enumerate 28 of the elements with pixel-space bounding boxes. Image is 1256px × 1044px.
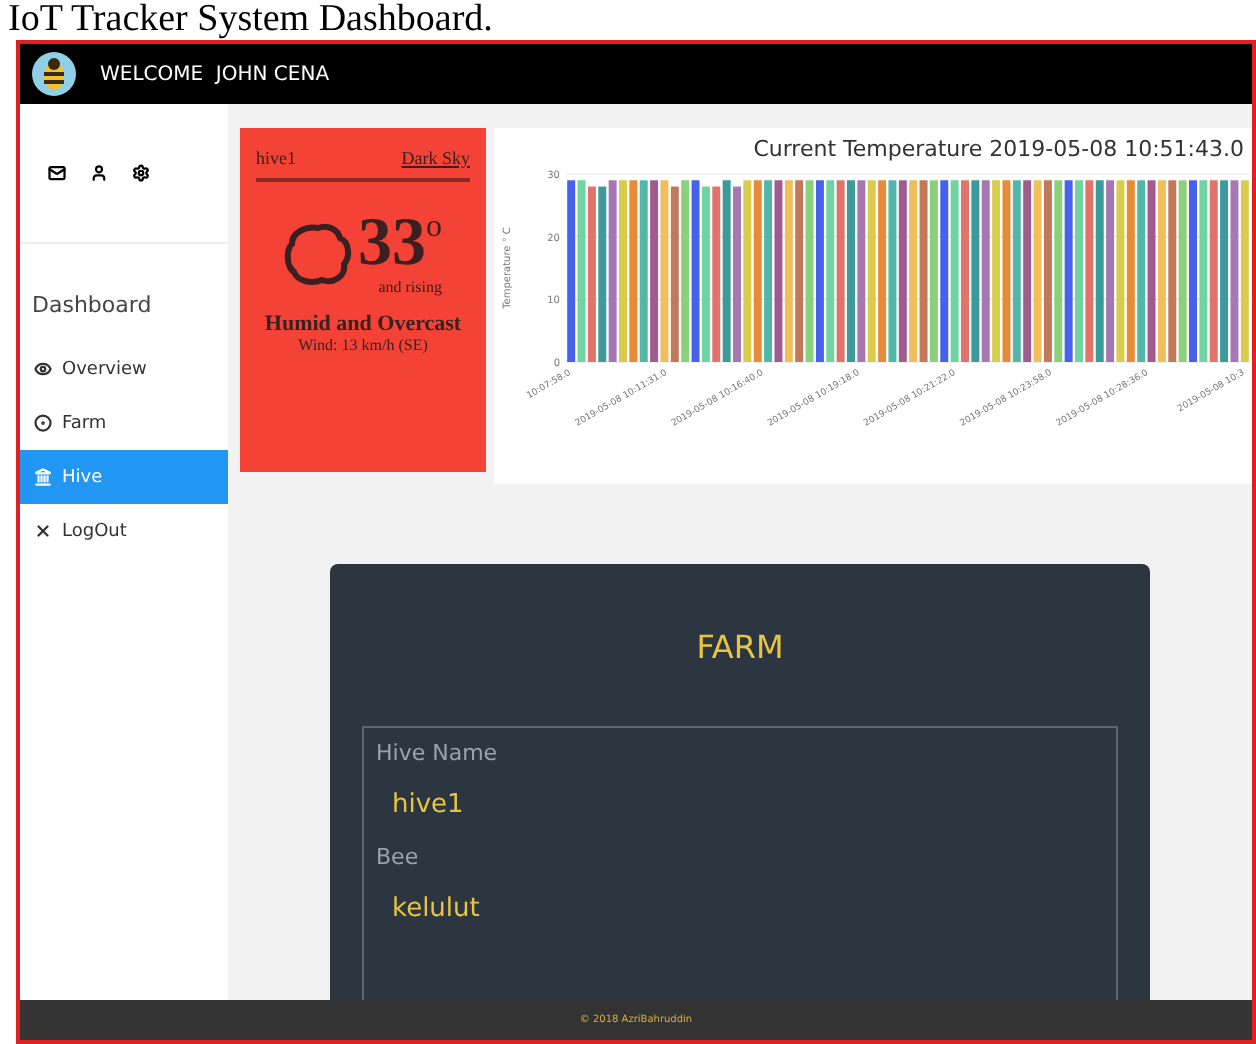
field-label: Bee [376, 844, 421, 870]
card-title: FARM [696, 628, 784, 666]
trend-text: and rising [378, 278, 442, 296]
source-link[interactable]: Dark Sky [401, 148, 470, 168]
welcome-text: WELCOME JOHN CENA [100, 63, 330, 85]
figure-caption: IoT Tracker System Dashboard. [6, 0, 495, 40]
sidebar-heading: Dashboard [30, 290, 154, 322]
sidebar-item[interactable]: Overview [20, 342, 228, 396]
sidebar-item[interactable]: LogOut [20, 504, 228, 558]
field-value: hive1 [390, 788, 466, 824]
user-icon[interactable] [90, 164, 108, 182]
settings-icon[interactable] [132, 164, 150, 182]
mail-icon[interactable] [48, 164, 66, 182]
field-value: kelulut [390, 892, 482, 928]
close-icon [34, 522, 52, 540]
circle-icon [34, 414, 52, 432]
chart-title: Current Temperature 2019-05-08 10:51:43.0 [753, 136, 1244, 162]
cloud-icon [284, 221, 352, 285]
bee-logo [32, 52, 76, 96]
temperature-value: 33 [358, 210, 426, 278]
hive-name: hive1 [256, 148, 296, 168]
building-icon [34, 468, 52, 486]
sidebar-item[interactable]: Farm [20, 396, 228, 450]
wind-text: Wind: 13 km/h (SE) [298, 336, 428, 354]
weather-summary: Humid and Overcast [264, 312, 462, 336]
degree-sign: o [426, 210, 442, 246]
field-label: Hive Name [376, 740, 500, 766]
eye-icon [34, 360, 52, 378]
